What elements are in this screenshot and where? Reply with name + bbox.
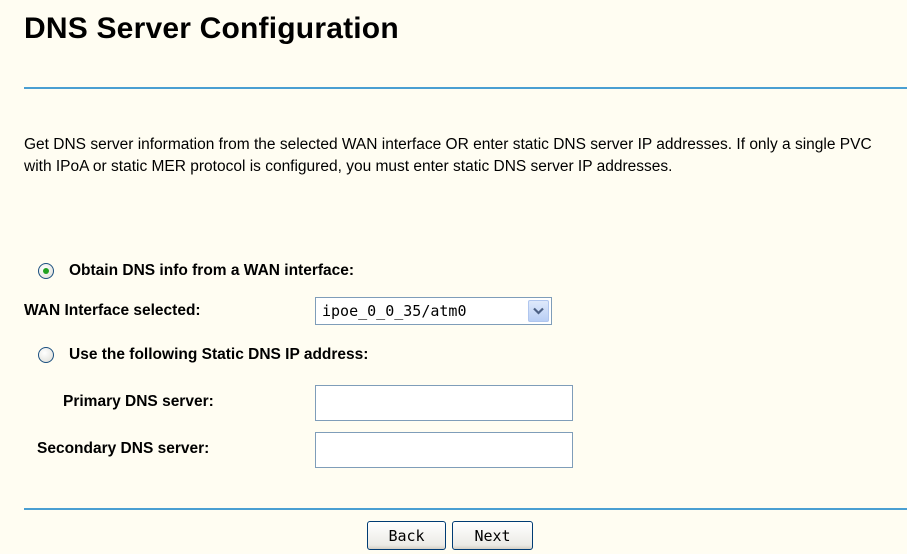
static-dns-label: Use the following Static DNS IP address: <box>69 346 369 363</box>
top-divider <box>24 87 907 89</box>
radio-unselected-icon[interactable] <box>38 347 54 363</box>
page-title: DNS Server Configuration <box>24 12 399 45</box>
primary-dns-label: Primary DNS server: <box>63 393 214 410</box>
next-button[interactable]: Next <box>452 521 533 550</box>
secondary-dns-field[interactable] <box>315 432 573 468</box>
wan-interface-label: WAN Interface selected: <box>24 302 201 319</box>
wan-interface-value: ipoe_0_0_35/atm0 <box>322 302 467 320</box>
back-button[interactable]: Back <box>367 521 446 550</box>
primary-dns-field[interactable] <box>315 385 573 421</box>
obtain-dns-label: Obtain DNS info from a WAN interface: <box>69 262 355 279</box>
secondary-dns-row: Secondary DNS server: <box>37 440 209 458</box>
secondary-dns-label: Secondary DNS server: <box>37 440 210 457</box>
wan-interface-row: WAN Interface selected: <box>24 302 201 320</box>
wan-interface-select[interactable]: ipoe_0_0_35/atm0 <box>315 297 552 325</box>
obtain-dns-option[interactable]: Obtain DNS info from a WAN interface: <box>38 262 354 280</box>
primary-dns-row: Primary DNS server: <box>63 393 214 411</box>
bottom-divider <box>24 508 907 510</box>
static-dns-option[interactable]: Use the following Static DNS IP address: <box>38 346 368 364</box>
page-description: Get DNS server information from the sele… <box>24 136 872 175</box>
radio-selected-icon[interactable] <box>38 263 54 279</box>
chevron-down-icon[interactable] <box>528 300 549 322</box>
